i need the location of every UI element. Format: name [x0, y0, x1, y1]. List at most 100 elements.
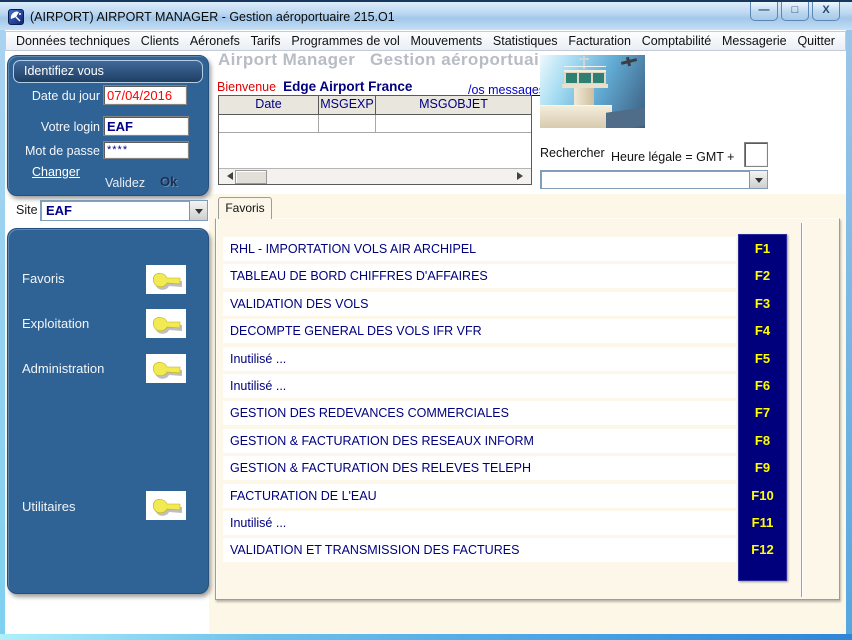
welcome-label: Bienvenue [217, 80, 276, 94]
menu-item-facturation[interactable]: Facturation [568, 34, 631, 48]
menu-item-aeronefs[interactable]: Aéronefs [190, 34, 240, 48]
favorite-row[interactable]: VALIDATION ET TRANSMISSION DES FACTURES [223, 538, 736, 562]
scroll-left-icon[interactable] [223, 172, 233, 180]
favorite-row[interactable]: TABLEAU DE BORD CHIFFRES D'AFFAIRES [223, 264, 736, 288]
messages-table-header: Date MSGEXP MSGOBJET [219, 96, 531, 115]
welcome-name: Edge Airport France [283, 79, 412, 94]
app-title: Airport Manager [218, 50, 355, 70]
ok-button[interactable]: Ok [160, 174, 177, 189]
favorite-row[interactable]: VALIDATION DES VOLS [223, 292, 736, 316]
password-field[interactable] [103, 141, 189, 159]
favorite-row[interactable]: Inutilisé ... [223, 511, 736, 535]
favorite-label: GESTION DES REDEVANCES COMMERCIALES [230, 406, 509, 420]
menu-item-clients[interactable]: Clients [141, 34, 179, 48]
close-button[interactable]: X [812, 2, 840, 21]
favorites-panel: RHL - IMPORTATION VOLS AIR ARCHIPEL TABL… [215, 218, 840, 600]
welcome-line: Bienvenue Edge Airport France [217, 79, 412, 94]
login-panel: Identifiez vous Date du jour Votre login… [7, 55, 209, 196]
column-header-msgobjet[interactable]: MSGOBJET [376, 96, 531, 114]
menu-item-messagerie[interactable]: Messagerie [722, 34, 787, 48]
scroll-right-icon[interactable] [517, 172, 527, 180]
menu-item-statistiques[interactable]: Statistiques [493, 34, 558, 48]
control-tower-photo [540, 55, 645, 128]
favoris-hand-icon[interactable] [146, 265, 186, 294]
column-header-date[interactable]: Date [219, 96, 319, 114]
password-label: Mot de passe [18, 144, 100, 158]
favorite-row[interactable]: GESTION & FACTURATION DES RESEAUX INFORM [223, 429, 736, 453]
favorite-label: TABLEAU DE BORD CHIFFRES D'AFFAIRES [230, 269, 488, 283]
administration-hand-icon[interactable] [146, 354, 186, 383]
menu-item-quitter[interactable]: Quitter [797, 34, 835, 48]
fkey-label: F9 [739, 460, 786, 478]
fkey-label: F12 [739, 542, 786, 560]
menu-item-tarifs[interactable]: Tarifs [251, 34, 281, 48]
sidebar-item-exploitation: Exploitation [22, 316, 89, 331]
site-label: Site [16, 203, 38, 217]
gmt-offset-field[interactable] [744, 142, 768, 167]
function-key-strip: F1 F2 F3 F4 F5 F6 F7 F8 F9 F10 F11 F12 [738, 234, 787, 581]
favorite-row[interactable]: Inutilisé ... [223, 374, 736, 398]
sidebar-item-administration: Administration [22, 361, 104, 376]
sidebar-item-utilitaires: Utilitaires [22, 499, 75, 514]
menu-bar: Données techniques Clients Aéronefs Tari… [5, 31, 846, 51]
fkey-label: F2 [739, 268, 786, 286]
column-header-msgexp[interactable]: MSGEXP [319, 96, 376, 114]
table-row[interactable] [219, 115, 531, 133]
fkey-label: F11 [739, 515, 786, 533]
favorite-row[interactable]: Inutilisé ... [223, 347, 736, 371]
window-border-right [846, 30, 852, 634]
search-label: Rechercher [540, 146, 605, 160]
favorite-row[interactable]: FACTURATION DE L'EAU [223, 484, 736, 508]
horizontal-scrollbar[interactable] [219, 168, 531, 184]
date-label: Date du jour [18, 89, 100, 103]
app-window: (AIRPORT) AIRPORT MANAGER - Gestion aéro… [0, 0, 852, 640]
panel-divider [801, 223, 803, 597]
favorite-row[interactable]: GESTION & FACTURATION DES RELEVES TELEPH [223, 456, 736, 480]
menu-item-donnees-techniques[interactable]: Données techniques [16, 34, 130, 48]
date-field[interactable] [103, 85, 187, 105]
change-password-link[interactable]: Changer [32, 165, 80, 179]
fkey-label: F8 [739, 433, 786, 451]
favorite-row[interactable]: RHL - IMPORTATION VOLS AIR ARCHIPEL [223, 237, 736, 261]
login-field[interactable] [103, 116, 189, 136]
fkey-label: F4 [739, 323, 786, 341]
favorite-label: GESTION & FACTURATION DES RESEAUX INFORM [230, 434, 534, 448]
favorite-label: Inutilisé ... [230, 352, 286, 366]
app-logo-icon [8, 9, 24, 25]
airplane-icon [621, 58, 637, 65]
title-bar: (AIRPORT) AIRPORT MANAGER - Gestion aéro… [0, 0, 852, 30]
fkey-label: F6 [739, 378, 786, 396]
chevron-down-icon[interactable] [749, 171, 767, 188]
scrollbar-thumb[interactable] [235, 170, 267, 184]
sidebar-nav-panel: Favoris Exploitation Administration Util… [7, 228, 209, 594]
fkey-label: F10 [739, 488, 786, 506]
favorite-row[interactable]: GESTION DES REDEVANCES COMMERCIALES [223, 401, 736, 425]
utilitaires-hand-icon[interactable] [146, 491, 186, 520]
favorite-label: DECOMPTE GENERAL DES VOLS IFR VFR [230, 324, 482, 338]
validate-label: Validez [105, 176, 145, 190]
favorite-label: Inutilisé ... [230, 516, 286, 530]
messages-table: Date MSGEXP MSGOBJET [218, 95, 532, 185]
favorite-label: GESTION & FACTURATION DES RELEVES TELEPH [230, 461, 531, 475]
window-border-bottom [0, 634, 852, 640]
favorite-label: Inutilisé ... [230, 379, 286, 393]
restore-button[interactable]: □ [781, 2, 809, 21]
fkey-label: F5 [739, 351, 786, 369]
search-combobox[interactable] [540, 170, 768, 189]
site-select-value: EAF [41, 203, 189, 218]
chevron-down-icon[interactable] [189, 201, 207, 220]
minimize-button[interactable]: — [750, 2, 778, 21]
sidebar-item-favoris: Favoris [22, 271, 65, 286]
tab-favoris[interactable]: Favoris [218, 197, 272, 219]
favorite-row[interactable]: DECOMPTE GENERAL DES VOLS IFR VFR [223, 319, 736, 343]
fkey-label: F1 [739, 241, 786, 259]
app-subtitle: Gestion aéroportuaire [370, 50, 556, 70]
menu-item-mouvements[interactable]: Mouvements [411, 34, 483, 48]
site-select[interactable]: EAF [40, 200, 208, 221]
menu-item-programmes-de-vol[interactable]: Programmes de vol [291, 34, 399, 48]
window-title: (AIRPORT) AIRPORT MANAGER - Gestion aéro… [30, 2, 395, 32]
exploitation-hand-icon[interactable] [146, 309, 186, 338]
menu-item-comptabilite[interactable]: Comptabilité [642, 34, 711, 48]
login-panel-title: Identifiez vous [13, 60, 203, 83]
window-border-left [0, 30, 5, 634]
